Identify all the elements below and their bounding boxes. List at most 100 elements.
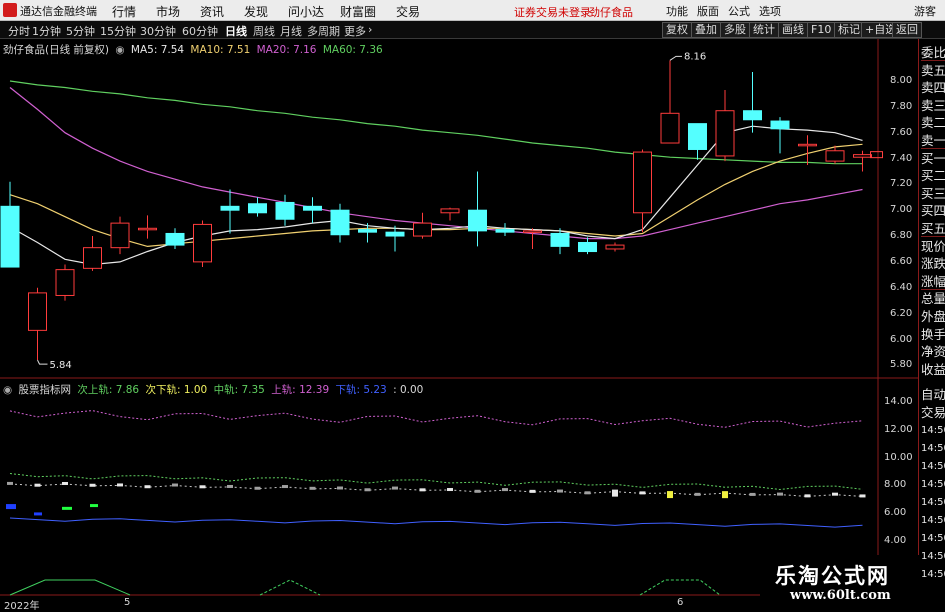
trade-time-label: 14:50 [921,569,945,580]
menu-function[interactable]: 功能 [666,3,688,19]
price-tick-label: 7.80 [890,100,913,112]
date-label-june: 6 [677,597,684,608]
menu-ask[interactable]: 问小达 [288,3,324,20]
candle [275,194,295,226]
back-button[interactable]: 返回 [892,22,922,38]
period-more[interactable]: 更多 [344,23,366,39]
settings-icon[interactable]: ◉ [115,44,124,56]
bottom-signal-line [639,579,721,596]
menu-quotes[interactable]: 行情 [112,3,136,20]
menu-market[interactable]: 市场 [156,3,180,20]
last-price-marker [870,151,883,159]
guest-label[interactable]: 游客 [914,3,936,19]
candle [193,220,212,268]
multi-stock-button[interactable]: 多股 [720,22,750,38]
tail-value: : 0.00 [393,384,424,396]
indicator-bar [7,481,13,485]
period-monthly[interactable]: 月线 [280,23,302,39]
upper-band-line [9,410,863,428]
quote-field-label: 买四 [921,203,945,219]
candle [798,135,817,165]
quote-field-label: 买五 [921,221,945,237]
ma10-value: MA10: 7.51 [190,44,251,56]
indicator-settings-icon[interactable]: ◉ [3,384,12,396]
moving-average-lines [9,80,863,266]
lower-band-line [9,517,863,528]
ma10-line [9,143,863,248]
signal-marker [6,504,16,510]
candle [83,236,102,271]
price-tick-label: 6.60 [890,255,913,267]
candle [715,90,735,162]
kline-chart[interactable]: 8.16 5.84 [0,39,918,609]
period-60min[interactable]: 60分钟 [182,23,218,39]
price-tick-label: 6.80 [890,230,913,242]
ma20-value: MA20: 7.16 [256,44,317,56]
more-chevron-icon[interactable]: › [368,23,372,36]
period-30min[interactable]: 30分钟 [140,23,176,39]
period-multi[interactable]: 多周期 [307,23,340,39]
period-5min[interactable]: 5分钟 [66,23,95,39]
quote-field-label: 涨跌 [921,256,945,272]
ma60-line [9,80,863,165]
candle [495,223,515,237]
indicator-bar [62,481,68,485]
indicator-bar [447,488,453,492]
indicator-bar [337,486,343,490]
indicator-bar [722,491,728,499]
period-timeshare[interactable]: 分时 [8,23,30,39]
price-tick-label: 7.00 [890,204,913,216]
indicator-bar [749,492,756,496]
indicator-bar [694,492,701,496]
overlay-button[interactable]: 叠加 [691,22,721,38]
candle [660,60,680,144]
price-tick-label: 5.80 [890,359,913,371]
menu-options[interactable]: 选项 [759,3,781,19]
indicator-name[interactable]: 股票指标网 [19,384,72,396]
indicator-bar [667,491,673,499]
period-1min[interactable]: 1分钟 [32,23,61,39]
indicator-tick-label: 8.00 [884,479,907,491]
draw-button[interactable]: 画线 [778,22,808,38]
indicator-bar [34,483,41,487]
quote-field-label: 净资 [921,344,945,360]
candle [330,203,350,243]
candle [688,123,707,160]
indicator-bar [254,486,261,490]
adjust-button[interactable]: 复权 [662,22,692,38]
menu-bar: 通达信金融终端 行情 市场 资讯 发现 问小达 财富圈 交易 证券交易未登录 劲… [0,0,945,21]
menu-discover[interactable]: 发现 [244,3,268,20]
app-title: 通达信金融终端 [20,5,97,18]
indicator-bar [502,488,508,492]
date-label-may: 5 [124,597,131,608]
right-quote-panel: 委比 卖五 卖四 卖三 卖二 卖一 买一 买二 买三 买四 买五 现价 涨跌 涨幅 总量 外盘 换手 净资 收益 自动… [918,39,945,609]
login-status[interactable]: 证券交易未登录 [514,4,591,20]
f10-button[interactable]: F10 [807,22,836,38]
price-tick-label: 6.20 [890,307,913,319]
trade-time-label: 14:50 [921,515,945,526]
period-15min[interactable]: 15分钟 [100,23,136,39]
menu-wealth[interactable]: 财富圈 [340,3,376,20]
signal-marker [90,504,98,508]
candle [578,237,597,255]
quote-field-label: 卖四 [921,80,945,96]
menu-news[interactable]: 资讯 [200,3,224,20]
candle [0,181,20,268]
next-upper-value: 次上轨: 7.86 [77,384,140,396]
menu-layout[interactable]: 版面 [697,3,719,19]
mark-button[interactable]: 标记 [834,22,864,38]
stats-button[interactable]: 统计 [749,22,779,38]
indicator-tick-label: 10.00 [884,451,913,463]
period-weekly[interactable]: 周线 [253,23,275,39]
trade-time-label: 14:50 [921,533,945,544]
indicator-bar [804,494,811,498]
menu-trade[interactable]: 交易 [396,3,420,20]
indicator-bar [117,483,123,487]
period-daily[interactable]: 日线 [225,23,247,39]
menu-formula[interactable]: 公式 [728,3,750,19]
auto-trade-label[interactable]: 自动 [921,387,945,402]
auto-trade-label[interactable]: 交易 [921,405,945,420]
candle [55,264,75,301]
quote-field-label: 收益 [921,361,945,377]
quote-field-label: 现价 [921,238,945,254]
